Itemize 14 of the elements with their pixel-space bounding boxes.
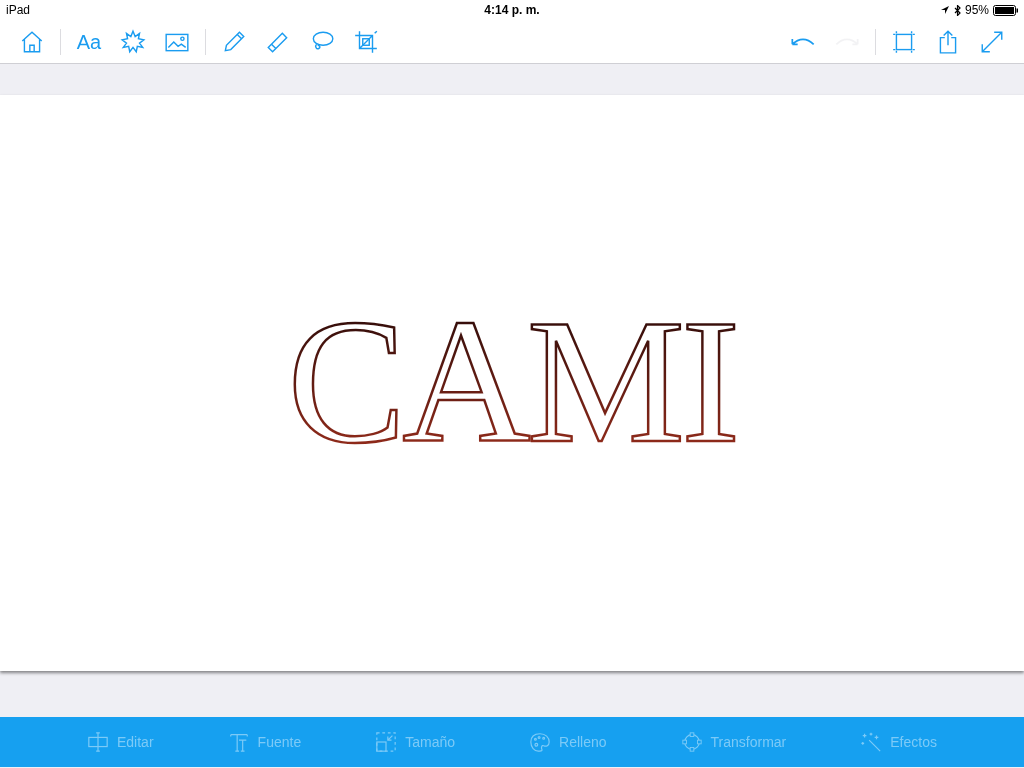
text-frame-icon <box>87 731 109 753</box>
battery-percent: 95% <box>964 2 989 19</box>
canvas-text: CAMI <box>232 308 792 458</box>
palette-icon <box>529 731 552 753</box>
device-name: iPad <box>6 2 31 19</box>
bluetooth-icon <box>953 4 961 16</box>
status-time: 4:14 p. m. <box>484 2 540 19</box>
magic-wand-icon <box>860 731 883 753</box>
location-icon <box>939 5 950 15</box>
transform-icon <box>680 731 703 753</box>
font-icon <box>227 731 250 753</box>
text-tool-button[interactable]: Aa <box>67 23 111 60</box>
resize-icon <box>375 731 398 753</box>
battery-icon <box>993 4 1018 16</box>
